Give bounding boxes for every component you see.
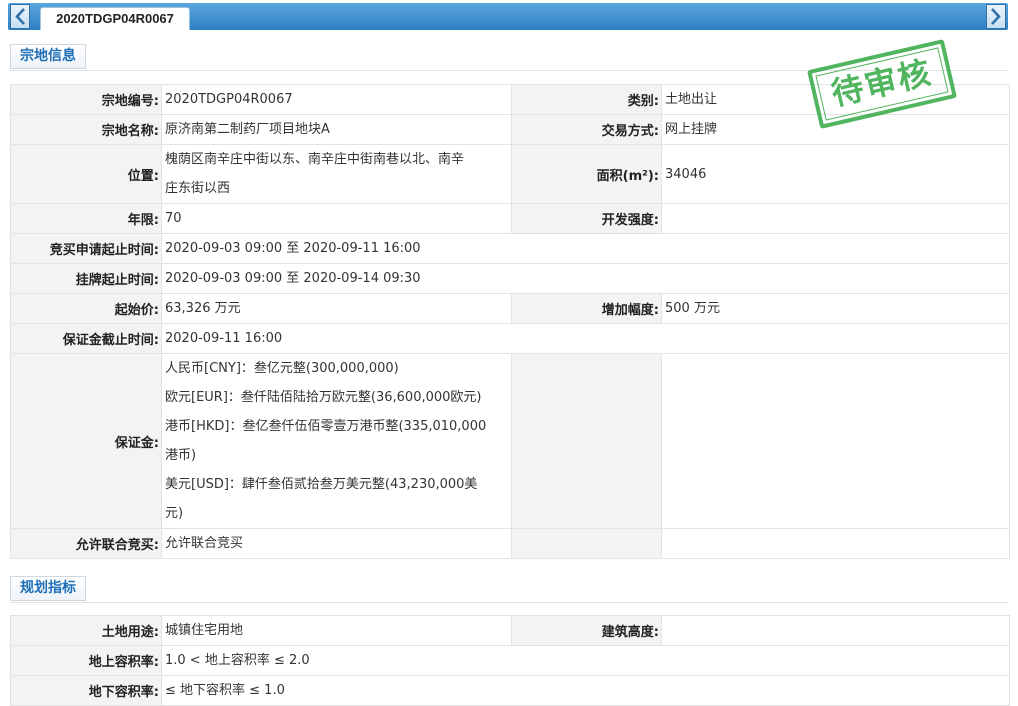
deposit-line: 人民币[CNY]：叁亿元整(300,000,000) <box>165 361 399 376</box>
increment-value: 500 万元 <box>661 293 1010 324</box>
apply-period-value: 2020-09-03 09:00 至 2020-09-11 16:00 <box>161 233 1010 264</box>
field-label: 允许联合竞买: <box>10 528 162 559</box>
field-label: 类别: <box>511 84 662 115</box>
table-row: 位置: 槐荫区南辛庄中街以东、南辛庄中街南巷以北、南辛 庄东街以西 面积(m²)… <box>10 144 1010 204</box>
tab-bar: 2020TDGP04R0067 <box>8 3 1008 30</box>
area-value: 34046 <box>661 144 1010 204</box>
joint-bid-value: 允许联合竞买 <box>161 528 512 559</box>
field-label: 挂牌起止时间: <box>10 263 162 294</box>
listing-period-value: 2020-09-03 09:00 至 2020-09-14 09:30 <box>161 263 1010 294</box>
field-label: 起始价: <box>10 293 162 324</box>
empty-label <box>511 528 662 559</box>
tab-parcel[interactable]: 2020TDGP04R0067 <box>40 7 190 30</box>
field-label: 保证金截止时间: <box>10 323 162 354</box>
above-ground-far-value: 1.0 < 地上容积率 ≤ 2.0 <box>161 645 1010 676</box>
parcel-name-value: 原济南第二制药厂项目地块A <box>161 114 512 145</box>
below-ground-far-value: ≤ 地下容积率 ≤ 1.0 <box>161 675 1010 706</box>
term-value: 70 <box>161 203 512 234</box>
location-line: 庄东街以西 <box>165 181 231 196</box>
empty-value <box>661 353 1010 529</box>
deposit-deadline-value: 2020-09-11 16:00 <box>161 323 1010 354</box>
deposit-line: 美元[USD]：肆仟叁佰贰拾叁万美元整(43,230,000美 <box>165 477 478 492</box>
location-value: 槐荫区南辛庄中街以东、南辛庄中街南巷以北、南辛 庄东街以西 <box>161 144 512 204</box>
field-label: 宗地名称: <box>10 114 162 145</box>
deposit-line: 港币[HKD]：叁亿叁仟伍佰零壹万港币整(335,010,000 <box>165 419 487 434</box>
field-label: 交易方式: <box>511 114 662 145</box>
table-row: 挂牌起止时间: 2020-09-03 09:00 至 2020-09-14 09… <box>10 263 1010 294</box>
field-label: 保证金: <box>10 353 162 529</box>
land-use-value: 城镇住宅用地 <box>161 615 512 646</box>
table-row: 土地用途: 城镇住宅用地 建筑高度: <box>10 615 1010 646</box>
table-row: 地上容积率: 1.0 < 地上容积率 ≤ 2.0 <box>10 645 1010 676</box>
table-row: 年限: 70 开发强度: <box>10 203 1010 234</box>
section-title: 规划指标 <box>10 576 86 601</box>
field-label: 开发强度: <box>511 203 662 234</box>
parcel-code-value: 2020TDGP04R0067 <box>161 84 512 115</box>
deposit-value: 人民币[CNY]：叁亿元整(300,000,000) 欧元[EUR]：叁仟陆佰陆… <box>161 353 512 529</box>
table-row: 起始价: 63,326 万元 增加幅度: 500 万元 <box>10 293 1010 324</box>
field-label: 建筑高度: <box>511 615 662 646</box>
planning-table: 土地用途: 城镇住宅用地 建筑高度: 地上容积率: 1.0 < 地上容积率 ≤ … <box>10 615 1010 706</box>
chevron-left-icon <box>15 8 25 25</box>
field-label: 位置: <box>10 144 162 204</box>
deposit-line: 欧元[EUR]：叁仟陆佰陆拾万欧元整(36,600,000欧元) <box>165 390 482 405</box>
start-price-value: 63,326 万元 <box>161 293 512 324</box>
field-label: 年限: <box>10 203 162 234</box>
scroll-right-button[interactable] <box>986 4 1006 29</box>
table-row: 允许联合竞买: 允许联合竞买 <box>10 528 1010 559</box>
field-label: 地下容积率: <box>10 675 162 706</box>
field-label: 增加幅度: <box>511 293 662 324</box>
table-row: 地下容积率: ≤ 地下容积率 ≤ 1.0 <box>10 675 1010 706</box>
table-row: 保证金: 人民币[CNY]：叁亿元整(300,000,000) 欧元[EUR]：… <box>10 353 1010 529</box>
field-label: 地上容积率: <box>10 645 162 676</box>
field-label: 土地用途: <box>10 615 162 646</box>
location-line: 槐荫区南辛庄中街以东、南辛庄中街南巷以北、南辛 <box>165 152 465 167</box>
field-label: 竞买申请起止时间: <box>10 233 162 264</box>
deposit-line: 港币) <box>165 448 197 463</box>
parcel-info-table: 宗地编号: 2020TDGP04R0067 类别: 土地出让 宗地名称: 原济南… <box>10 84 1010 559</box>
table-row: 保证金截止时间: 2020-09-11 16:00 <box>10 323 1010 354</box>
table-row: 竞买申请起止时间: 2020-09-03 09:00 至 2020-09-11 … <box>10 233 1010 264</box>
deposit-line: 元) <box>165 506 184 521</box>
chevron-right-icon <box>991 8 1001 25</box>
section-header-planning: 规划指标 <box>10 576 1008 603</box>
section-title: 宗地信息 <box>10 44 86 69</box>
field-label: 面积(m²): <box>511 144 662 204</box>
dev-intensity-value <box>661 203 1010 234</box>
empty-value <box>661 528 1010 559</box>
field-label: 宗地编号: <box>10 84 162 115</box>
scroll-left-button[interactable] <box>10 4 30 29</box>
building-height-value <box>661 615 1010 646</box>
empty-label <box>511 353 662 529</box>
